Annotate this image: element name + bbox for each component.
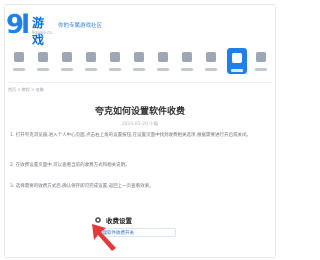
article-paragraph: 2. 在收费设置页面中,可以查看当前的收费方式和相关说明。 <box>10 163 130 168</box>
header-divider <box>8 82 272 83</box>
nav-item-categories[interactable] <box>58 46 76 78</box>
user-icon <box>256 52 266 62</box>
grid-icon <box>62 52 72 62</box>
book-icon <box>232 53 242 63</box>
home-icon <box>14 52 24 62</box>
nav-item-guides[interactable] <box>227 48 247 74</box>
article-title: 夸克如何设置软件收费 <box>94 107 185 117</box>
article-paragraph: 3. 选择需要的收费方式后,确认保存即可完成设置,返回上一页查看效果。 <box>10 184 154 189</box>
breadcrumb[interactable]: 首页 > 教程 > 攻略 <box>8 87 44 93</box>
nav-item-games[interactable] <box>34 46 52 78</box>
android-icon <box>86 52 96 62</box>
gamepad-icon <box>38 52 48 62</box>
nav-item-account[interactable] <box>252 46 270 78</box>
header-slogan: 你的专属游戏社区 <box>58 23 103 29</box>
site-logo[interactable]: 9l 游戏 9game.cn <box>6 10 52 47</box>
nav-item-rank[interactable] <box>154 46 172 78</box>
nav-item-events[interactable] <box>202 46 220 78</box>
chart-icon <box>158 52 168 62</box>
category-nav <box>4 46 276 80</box>
nav-item-news[interactable] <box>178 46 196 78</box>
nav-item-home[interactable] <box>10 46 28 78</box>
logo-number: 9l <box>6 10 30 40</box>
apple-icon <box>110 52 120 62</box>
nav-item-gifts[interactable] <box>130 46 148 78</box>
trophy-icon <box>206 52 216 62</box>
article-paragraph: 1. 打开夸克浏览器,进入个人中心页面,点击右上角的设置按钮,在设置页面中找到收… <box>10 133 251 138</box>
logo-subtext: 9game.cn <box>32 30 52 35</box>
gift-icon <box>134 52 144 62</box>
nav-item-ios[interactable] <box>106 46 124 78</box>
pointer-arrow-icon <box>92 224 116 251</box>
nav-item-android[interactable] <box>82 46 100 78</box>
news-icon <box>182 52 192 62</box>
article-meta: 2024-05-20 小编 <box>121 122 159 127</box>
